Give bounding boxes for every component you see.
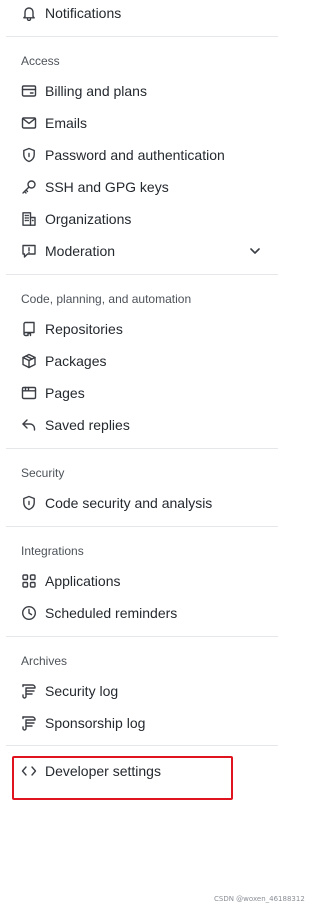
sidebar-item-billing[interactable]: Billing and plans [0, 77, 278, 105]
sidebar-item-emails[interactable]: Emails [0, 109, 278, 137]
log-icon [21, 683, 37, 699]
divider [6, 526, 278, 527]
apps-icon [21, 573, 37, 589]
sidebar-item-notifications[interactable]: Notifications [0, 0, 278, 27]
report-icon [21, 243, 37, 259]
section-header-code-planning-automation: Code, planning, and automation [21, 292, 192, 306]
sidebar-item-label: Repositories [45, 321, 123, 337]
sidebar-item-label: Password and authentication [45, 147, 225, 163]
divider [6, 745, 278, 746]
clock-icon [21, 605, 37, 621]
sidebar-item-label: SSH and GPG keys [45, 179, 169, 195]
sidebar-item-label: Sponsorship log [45, 715, 146, 731]
sidebar-item-label: Organizations [45, 211, 132, 227]
sidebar-item-ssh-gpg-keys[interactable]: SSH and GPG keys [0, 173, 278, 201]
sidebar-item-label: Pages [45, 385, 85, 401]
divider [6, 274, 278, 275]
section-header-archives: Archives [21, 654, 68, 668]
sidebar-item-sponsorship-log[interactable]: Sponsorship log [0, 709, 278, 737]
sidebar-item-label: Saved replies [45, 417, 130, 433]
key-icon [21, 179, 37, 195]
sidebar-item-label: Billing and plans [45, 83, 147, 99]
divider [6, 448, 278, 449]
sidebar-item-security-log[interactable]: Security log [0, 677, 278, 705]
browser-icon [21, 385, 37, 401]
sidebar-item-label: Emails [45, 115, 88, 131]
sidebar-item-organizations[interactable]: Organizations [0, 205, 278, 233]
section-header-access: Access [21, 54, 60, 68]
sidebar-item-label: Code security and analysis [45, 495, 213, 511]
sidebar-item-label: Scheduled reminders [45, 605, 178, 621]
credit-card-icon [21, 83, 37, 99]
highlight-annotation-box [12, 756, 233, 800]
bell-icon [21, 5, 37, 21]
reply-icon [21, 417, 37, 433]
sidebar-item-label: Packages [45, 353, 107, 369]
sidebar-item-saved-replies[interactable]: Saved replies [0, 411, 278, 439]
sidebar-item-pages[interactable]: Pages [0, 379, 278, 407]
sidebar-item-label: Security log [45, 683, 119, 699]
sidebar-item-packages[interactable]: Packages [0, 347, 278, 375]
sidebar-item-label: Notifications [45, 5, 122, 21]
repo-icon [21, 321, 37, 337]
log-icon [21, 715, 37, 731]
package-icon [21, 353, 37, 369]
sidebar-item-moderation[interactable]: Moderation [0, 237, 278, 265]
watermark: CSDN @woxen_46188312 [214, 895, 305, 903]
section-header-integrations: Integrations [21, 544, 84, 558]
sidebar-item-code-security-analysis[interactable]: Code security and analysis [0, 489, 278, 517]
shield-lock-icon [21, 147, 37, 163]
sidebar-item-repositories[interactable]: Repositories [0, 315, 278, 343]
mail-icon [21, 115, 37, 131]
divider [6, 636, 278, 637]
organization-icon [21, 211, 37, 227]
sidebar-item-applications[interactable]: Applications [0, 567, 278, 595]
shield-lock-icon [21, 495, 37, 511]
sidebar-item-label: Applications [45, 573, 121, 589]
sidebar-item-password-authentication[interactable]: Password and authentication [0, 141, 278, 169]
divider [6, 36, 278, 37]
chevron-down-icon[interactable] [247, 243, 263, 259]
section-header-security: Security [21, 466, 65, 480]
sidebar-item-label: Moderation [45, 243, 116, 259]
sidebar-item-scheduled-reminders[interactable]: Scheduled reminders [0, 599, 278, 627]
